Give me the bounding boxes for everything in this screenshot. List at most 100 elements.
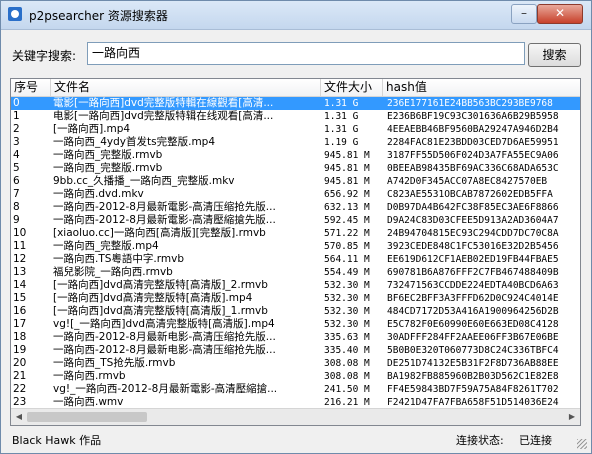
cell-filesize: 632.13 M	[324, 202, 370, 213]
cell-hash: BA1982FB885960B2B03D562C1E82E8	[387, 371, 559, 382]
cell-hash: 24B94704815EC93C294CDD7DC70C8A	[387, 228, 559, 239]
table-row[interactable]: 20 一路向西_TS抢先版.rmvb 308.08 M DE251D74132E5B3…	[11, 357, 580, 370]
search-button[interactable]: 搜索	[528, 43, 581, 67]
table-row[interactable]: 17 vg![_一路向西]dvd高清完整版特[高清版].mp4 532.30 M E5…	[11, 318, 580, 331]
table-row[interactable]: 8 一路向西-2012-8月最新電影-高清压缩抢先版... 632.13 M D0B9…	[11, 201, 580, 214]
cell-filesize: 335.63 M	[324, 332, 370, 343]
search-input[interactable]: 一路向西	[87, 42, 525, 65]
cell-index: 11	[13, 240, 27, 252]
column-header-filename[interactable]: 文件名	[51, 79, 321, 96]
cell-index: 22	[13, 383, 27, 395]
cell-hash: E236B6BF19C93C301636A6B29B5958	[387, 111, 559, 122]
cell-index: 5	[13, 162, 20, 174]
cell-filename: [一路向西]dvd高清完整版特[高清版]_1.rmvb	[53, 305, 268, 317]
scrollbar-thumb[interactable]	[27, 412, 147, 422]
cell-hash: D9A24C83D03CFEE5D913A2AD3604A7	[387, 215, 559, 226]
cell-filesize: 570.85 M	[324, 241, 370, 252]
cell-filesize: 656.92 M	[324, 189, 370, 200]
table-row[interactable]: 11 一路向西_完整版.mp4 570.85 M 3923CEDE848C1FC530…	[11, 240, 580, 253]
table-row[interactable]: 7 一路向西.dvd.mkv 656.92 M C823AE5531OBCAB7872…	[11, 188, 580, 201]
table-row[interactable]: 14 [一路向西]dvd高清完整版特[高清版]_2.rmvb 532.30 M 732…	[11, 279, 580, 292]
table-row[interactable]: 16 [一路向西]dvd高清完整版特[高清版]_1.rmvb 532.30 M 484…	[11, 305, 580, 318]
scroll-right-icon[interactable]: ▶	[566, 411, 578, 423]
cell-hash: 5B0B0E320T060773D8C24C336TBFC4	[387, 345, 559, 356]
title-bar[interactable]: p2psearcher 资源搜索器 – ✕	[1, 1, 591, 30]
cell-filename: 一路向西-2012-8月最新电影-高清压缩抢先版...	[53, 344, 276, 356]
table-row[interactable]: 9 一路向西-2012-8月最新電影-高清壓縮搶先版... 592.45 M D9A2…	[11, 214, 580, 227]
cell-filesize: 1.31 G	[324, 98, 359, 109]
table-row[interactable]: 21 一路向西.rmvb 308.08 M BA1982FB885960B2B03D5…	[11, 370, 580, 383]
cell-index: 16	[13, 305, 27, 317]
table-row[interactable]: 2 [一路向西].mp4 1.31 G 4EEAEBB46BF9560BA29247A…	[11, 123, 580, 136]
table-row[interactable]: 1 电影[一路向西]dvd完整版特辑在线观看[高清... 1.31 G E236B6B…	[11, 110, 580, 123]
table-row[interactable]: 13 福兒影院_一路向西.rmvb 554.49 M 690781B6A876FFF2…	[11, 266, 580, 279]
cell-hash: 732471563CCDDE224EDTA40BCD6A63	[387, 280, 559, 291]
cell-index: 19	[13, 344, 27, 356]
cell-filesize: 1.31 G	[324, 124, 359, 135]
table-row[interactable]: 15 [一路向西]dvd高清完整版特[高清版].mp4 532.30 M BF6EC2…	[11, 292, 580, 305]
cell-filename: 一路向西.rmvb	[53, 370, 126, 382]
cell-index: 15	[13, 292, 27, 304]
cell-hash: 690781B6A876FFF2C7FB467488409B	[387, 267, 559, 278]
cell-filesize: 1.19 G	[324, 137, 359, 148]
cell-index: 0	[13, 97, 20, 109]
close-button[interactable]: ✕	[537, 4, 583, 24]
cell-filename: 一路向西_完整版.rmvb	[53, 149, 163, 161]
column-header-index[interactable]: 序号	[11, 79, 51, 96]
cell-filename: 一路向西-2012-8月最新電影-高清壓縮搶先版...	[53, 214, 276, 226]
column-header-filesize[interactable]: 文件大小	[321, 79, 383, 96]
table-row[interactable]: 10 [xiaoluo.cc]一路向西[高清版][完整版].rmvb 571.22 …	[11, 227, 580, 240]
cell-hash: FF4E59843BD7F59A75A84F8261T702	[387, 384, 559, 395]
scroll-left-icon[interactable]: ◀	[13, 411, 25, 423]
cell-hash: 3187FF55D506F024D3A7FA55EC9A06	[387, 150, 559, 161]
cell-index: 9	[13, 214, 20, 226]
cell-filename: 一路向西_完整版.rmvb	[53, 162, 163, 174]
cell-index: 6	[13, 175, 20, 187]
cell-index: 4	[13, 149, 20, 161]
cell-filename: [一路向西].mp4	[53, 123, 131, 135]
cell-filename: 电影[一路向西]dvd完整版特辑在线观看[高清...	[53, 110, 274, 122]
credit-text: Black Hawk 作品	[12, 434, 102, 447]
cell-filename: 一路向西_完整版.mp4	[53, 240, 159, 252]
cell-index: 13	[13, 266, 27, 278]
table-row[interactable]: 22 vg!_一路向西-2012-8月最新電影-高清壓縮搶... 241.50 M F…	[11, 383, 580, 396]
cell-filesize: 532.30 M	[324, 319, 370, 330]
cell-hash: D0B97DA4B642FC38F85EC3AE6F8866	[387, 202, 559, 213]
cell-hash: DE251D74132E5B31F2F8D736AB88EE	[387, 358, 559, 369]
resize-grip-icon[interactable]	[577, 439, 587, 449]
horizontal-scrollbar[interactable]: ◀ ▶	[11, 408, 580, 425]
cell-filename: 一路向西-2012-8月最新电影-高清压缩抢先版...	[53, 331, 276, 343]
cell-filename: 9bb.cc_久播播_一路向西_完整版.mkv	[53, 175, 235, 187]
cell-hash: C823AE5531OBCAB7872602EDB5FFA	[387, 189, 553, 200]
cell-filename: [一路向西]dvd高清完整版特[高清版].mp4	[53, 292, 253, 304]
table-header: 序号 文件名 文件大小 hash值	[11, 79, 580, 97]
table-row[interactable]: 3 一路向西_4ydy首发ts完整版.mp4 1.19 G 2284FAC81E23B…	[11, 136, 580, 149]
cell-filesize: 945.81 M	[324, 150, 370, 161]
cell-index: 21	[13, 370, 27, 382]
table-row[interactable]: 0 電影[一路向西]dvd完整版特輯在線觀看[高清... 1.31 G 236E177…	[11, 97, 580, 110]
cell-filename: [xiaoluo.cc]一路向西[高清版][完整版].rmvb	[53, 227, 266, 239]
cell-index: 1	[13, 110, 20, 122]
window-title: p2psearcher 资源搜索器	[29, 9, 168, 23]
table-row[interactable]: 19 一路向西-2012-8月最新电影-高清压缩抢先版... 335.40 M 5B0…	[11, 344, 580, 357]
minimize-button[interactable]: –	[511, 4, 537, 24]
cell-index: 10	[13, 227, 27, 239]
cell-filename: 福兒影院_一路向西.rmvb	[53, 266, 173, 278]
cell-filename: [一路向西]dvd高清完整版特[高清版]_2.rmvb	[53, 279, 268, 291]
table-row[interactable]: 18 一路向西-2012-8月最新电影-高清压缩抢先版... 335.63 M 30A…	[11, 331, 580, 344]
results-table[interactable]: 序号 文件名 文件大小 hash值 0 電影[一路向西]dvd完整版特輯在線觀看[…	[10, 78, 581, 426]
table-row[interactable]: 4 一路向西_完整版.rmvb 945.81 M 3187FF55D506F024D3…	[11, 149, 580, 162]
table-row[interactable]: 6 9bb.cc_久播播_一路向西_完整版.mkv 945.81 M A742D0F3…	[11, 175, 580, 188]
cell-hash: E5C782F0E60990E60E663ED08C4128	[387, 319, 559, 330]
cell-filesize: 571.22 M	[324, 228, 370, 239]
cell-filesize: 592.45 M	[324, 215, 370, 226]
column-header-hash[interactable]: hash值	[383, 79, 580, 96]
table-row[interactable]: 5 一路向西_完整版.rmvb 945.81 M 0BEEAB98435BF69AC3…	[11, 162, 580, 175]
cell-index: 14	[13, 279, 27, 291]
cell-hash: 4EEAEBB46BF9560BA29247A946D2B4	[387, 124, 559, 135]
cell-index: 17	[13, 318, 27, 330]
cell-filename: 一路向西-2012-8月最新電影-高清压缩抢先版...	[53, 201, 276, 213]
cell-filesize: 1.31 G	[324, 111, 359, 122]
table-row[interactable]: 12 一路向西.TS粵語中字.rmvb 564.11 M EE619D612CF1AE…	[11, 253, 580, 266]
cell-filesize: 945.81 M	[324, 163, 370, 174]
